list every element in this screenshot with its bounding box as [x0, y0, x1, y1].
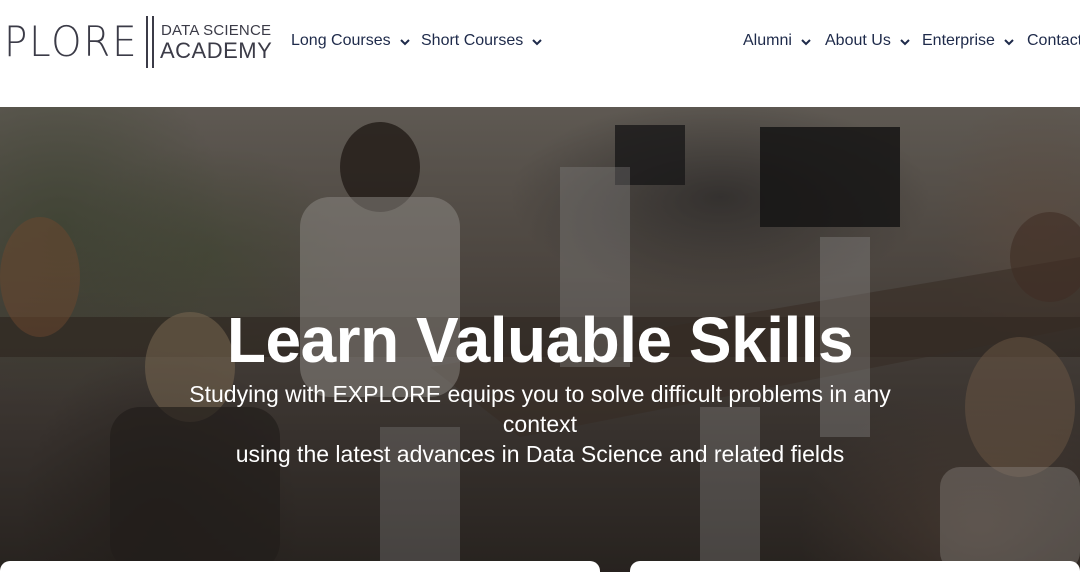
nav-label: Alumni	[743, 32, 792, 49]
logo-wordmark: PLORE	[4, 17, 139, 66]
logo-divider-bars	[146, 16, 154, 68]
nav-label: Short Courses	[421, 32, 524, 49]
nav-label: Long Courses	[291, 32, 391, 49]
logo-subtitle-line2: ACADEMY	[160, 38, 273, 63]
hero-title: Learn Valuable Skills	[226, 304, 854, 376]
chevron-down-icon[interactable]	[531, 33, 547, 49]
nav-item-contact[interactable]: Contact	[1027, 30, 1080, 52]
nav-label: About Us	[825, 32, 891, 49]
chevron-down-icon[interactable]	[800, 33, 816, 49]
nav-item-about-us[interactable]: About Us	[825, 30, 915, 52]
logo-subtitle-line1: DATA SCIENCE	[161, 22, 272, 39]
chevron-down-icon[interactable]	[899, 33, 915, 49]
logo[interactable]: PLORE DATA SCIENCE ACADEMY	[0, 14, 280, 70]
hero-subtitle-line2: using the latest advances in Data Scienc…	[235, 441, 845, 467]
nav-label: Enterprise	[922, 32, 995, 49]
hero-subtitle: Studying with EXPLORE equips you to solv…	[150, 379, 930, 469]
site-header: PLORE DATA SCIENCE ACADEMY Long Courses …	[0, 0, 1080, 107]
chevron-down-icon[interactable]	[399, 33, 415, 49]
nav-item-short-courses[interactable]: Short Courses	[421, 30, 547, 52]
nav-item-enterprise[interactable]: Enterprise	[922, 30, 1019, 52]
content-card-right	[630, 561, 1080, 572]
nav-item-alumni[interactable]: Alumni	[743, 30, 816, 52]
nav-item-long-courses[interactable]: Long Courses	[291, 30, 415, 52]
chevron-down-icon[interactable]	[1003, 33, 1019, 49]
hero-subtitle-line1: Studying with EXPLORE equips you to solv…	[189, 381, 891, 437]
content-card-left	[0, 561, 600, 572]
hero-banner: Learn Valuable Skills Studying with EXPL…	[0, 107, 1080, 572]
nav-label: Contact	[1027, 32, 1080, 49]
